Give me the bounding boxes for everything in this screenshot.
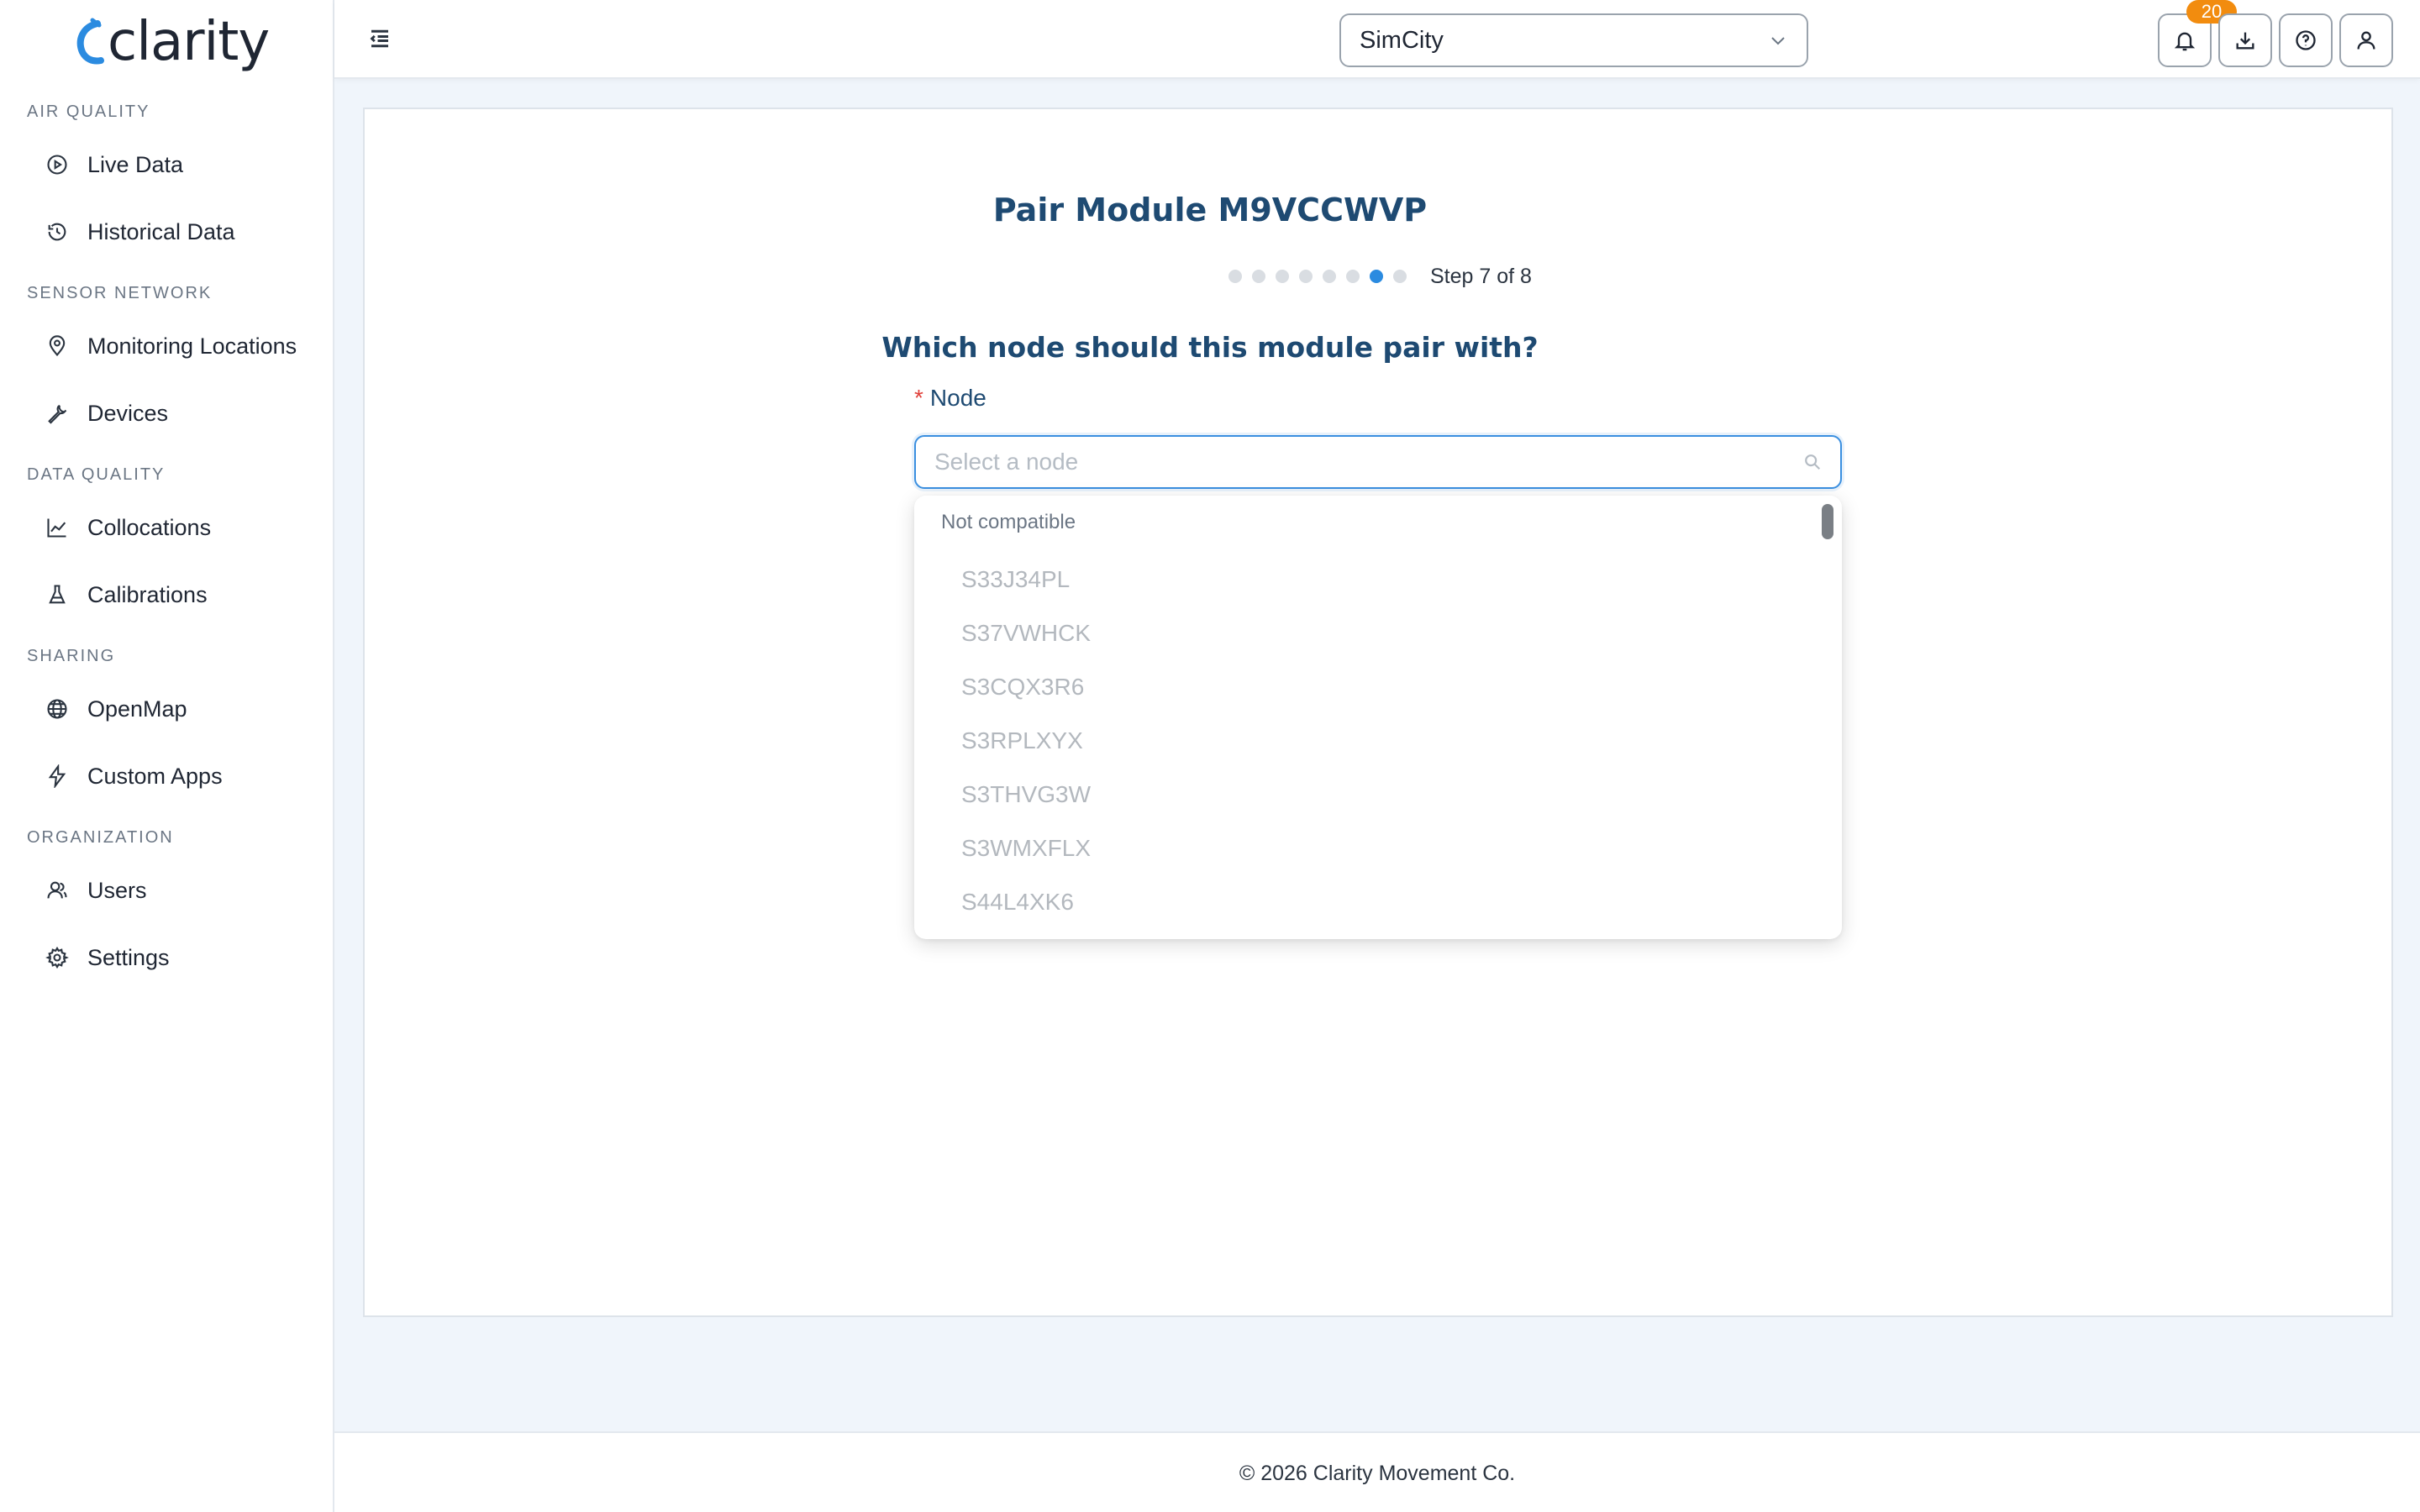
gear-icon xyxy=(44,944,71,971)
step-dot xyxy=(1393,270,1407,283)
step-dot xyxy=(1276,270,1289,283)
globe-icon xyxy=(44,696,71,722)
organization-select-value: SimCity xyxy=(1360,26,1444,54)
sidebar-item-users[interactable]: Users xyxy=(44,867,313,914)
dropdown-option[interactable]: S33J34PL xyxy=(961,566,1070,593)
step-dot xyxy=(1323,270,1336,283)
wrench-icon xyxy=(44,400,71,427)
dropdown-scrollbar[interactable] xyxy=(1822,504,1833,539)
sidebar-item-settings[interactable]: Settings xyxy=(44,934,313,981)
play-circle-icon xyxy=(44,151,71,178)
required-mark: * xyxy=(914,385,923,411)
download-button[interactable] xyxy=(2218,13,2272,67)
users-icon xyxy=(44,877,71,904)
flask-icon xyxy=(44,581,71,608)
section-sharing: SHARING xyxy=(27,647,116,665)
sidebar-item-label: Calibrations xyxy=(87,581,208,607)
clarity-logo[interactable]: clarity xyxy=(74,8,270,76)
menu-collapse-icon[interactable] xyxy=(365,24,395,54)
step-dot xyxy=(1299,270,1313,283)
sidebar-item-label: Custom Apps xyxy=(87,763,223,789)
sidebar-item-label: OpenMap xyxy=(87,696,187,722)
sidebar-item-calibrations[interactable]: Calibrations xyxy=(44,571,313,618)
dropdown-option[interactable]: S44L4XK6 xyxy=(961,889,1074,916)
help-icon xyxy=(2296,30,2316,50)
bell-icon xyxy=(2174,32,2196,51)
sidebar-item-custom-apps[interactable]: Custom Apps xyxy=(44,753,313,800)
sidebar-item-label: Users xyxy=(87,877,147,903)
step-dot xyxy=(1346,270,1360,283)
chevron-down-icon xyxy=(1771,37,1785,45)
sidebar-item-collocations[interactable]: Collocations xyxy=(44,504,313,551)
section-data-quality: DATA QUALITY xyxy=(27,465,166,484)
user-icon xyxy=(2357,31,2375,50)
dropdown-option[interactable]: S3WMXFLX xyxy=(961,835,1091,862)
sidebar-item-label: Live Data xyxy=(87,151,184,177)
step-dot xyxy=(1252,270,1265,283)
user-menu-button[interactable] xyxy=(2339,13,2393,67)
node-dropdown[interactable]: Not compatible S33J34PL S37VWHCK S3CQX3R… xyxy=(914,496,1842,939)
lightning-icon xyxy=(44,763,71,790)
section-sensor-network: SENSOR NETWORK xyxy=(27,284,213,302)
clarity-logo-mark-icon xyxy=(74,17,104,67)
help-button[interactable] xyxy=(2279,13,2333,67)
section-organization: ORGANIZATION xyxy=(27,828,174,847)
dropdown-option[interactable]: S3THVG3W xyxy=(961,781,1091,808)
sidebar-item-devices[interactable]: Devices xyxy=(44,390,313,437)
question-heading: Which node should this module pair with? xyxy=(881,331,1539,364)
step-indicator: Step 7 of 8 xyxy=(1228,264,1532,289)
step-dot xyxy=(1228,270,1242,283)
download-icon xyxy=(2236,32,2254,50)
sidebar-item-label: Collocations xyxy=(87,514,212,540)
sidebar-item-live-data[interactable]: Live Data xyxy=(44,141,313,188)
page-title: Pair Module M9VCCWVP xyxy=(992,192,1428,228)
step-label: Step 7 of 8 xyxy=(1430,264,1532,288)
line-chart-icon xyxy=(44,514,71,541)
node-label-text: Node xyxy=(929,385,986,411)
dropdown-option[interactable]: S3RPLXYX xyxy=(961,727,1083,754)
footer: © 2026 Clarity Movement Co. xyxy=(334,1431,2420,1512)
logo-text: clarity xyxy=(108,11,270,73)
dropdown-group-label: Not compatible xyxy=(941,511,1076,533)
sidebar-item-openmap[interactable]: OpenMap xyxy=(44,685,313,732)
organization-select[interactable]: SimCity xyxy=(1339,13,1808,67)
node-field-label: * Node xyxy=(914,385,986,412)
sidebar-item-label: Devices xyxy=(87,400,169,426)
node-search-input[interactable] xyxy=(934,449,1803,475)
step-dot-active xyxy=(1370,270,1383,283)
dropdown-option[interactable]: S37VWHCK xyxy=(961,620,1091,647)
search-icon xyxy=(1805,454,1821,470)
dropdown-option[interactable]: S3CQX3R6 xyxy=(961,674,1084,701)
sidebar-item-label: Settings xyxy=(87,944,170,970)
node-select[interactable] xyxy=(914,435,1842,489)
section-air-quality: AIR QUALITY xyxy=(27,102,150,121)
